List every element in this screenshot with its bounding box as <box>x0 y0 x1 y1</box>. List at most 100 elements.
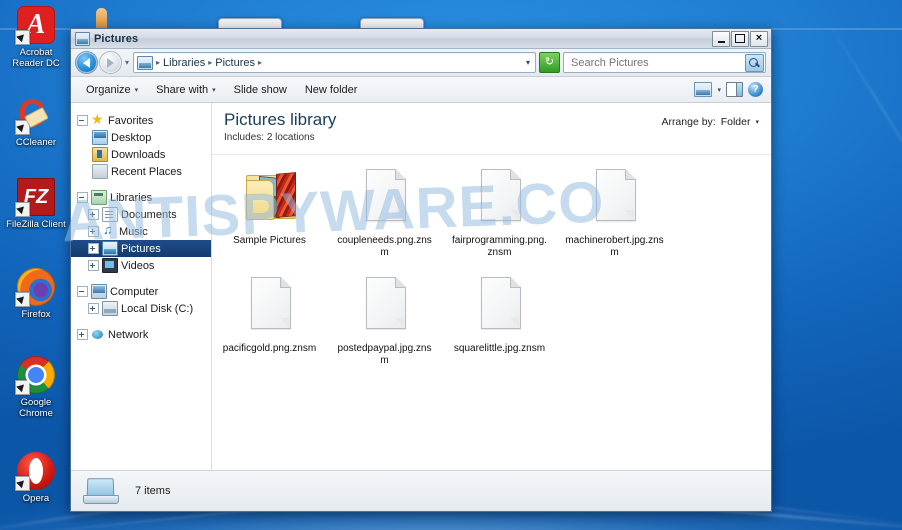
search-box[interactable] <box>563 52 766 73</box>
library-subtitle-label: Includes: <box>224 132 265 143</box>
chevron-down-icon: ▾ <box>134 86 139 94</box>
list-item[interactable]: fairprogramming.png.znsm <box>442 165 557 259</box>
ccleaner-icon <box>15 92 55 136</box>
expander-minus-icon[interactable] <box>77 286 88 297</box>
pictures-folder-icon <box>242 165 298 231</box>
list-item[interactable]: postedpaypal.jpg.znsm <box>327 273 442 367</box>
shortcut-arrow-icon <box>15 292 30 307</box>
expander-plus-icon[interactable] <box>88 260 99 271</box>
command-bar: Organize ▾ Share with ▾ Slide show New f… <box>71 77 771 103</box>
expander-minus-icon[interactable] <box>77 192 88 203</box>
expander-plus-icon[interactable] <box>88 209 99 220</box>
opera-icon <box>15 452 55 491</box>
breadcrumb-item-pictures[interactable]: Pictures <box>215 57 255 69</box>
desktop-icon-opera[interactable]: Opera <box>0 452 72 504</box>
arrange-by-value[interactable]: Folder <box>721 116 751 128</box>
arrow-right-icon <box>107 57 114 68</box>
list-item[interactable]: Sample Pictures <box>212 165 327 259</box>
sidebar-item-network[interactable]: Network <box>71 326 211 343</box>
nav-group-spacer <box>71 180 211 189</box>
sidebar-item-downloads[interactable]: Downloads <box>71 146 211 163</box>
sidebar-item-videos[interactable]: Videos <box>71 257 211 274</box>
nav-item-label: Computer <box>110 285 159 298</box>
toolbar-item-label: Organize <box>86 83 131 96</box>
videos-icon <box>102 258 118 273</box>
back-button[interactable] <box>76 52 97 73</box>
sidebar-item-pictures[interactable]: Pictures <box>71 240 211 257</box>
title-bar[interactable]: Pictures × <box>71 29 771 49</box>
toolbar-new-folder-button[interactable]: New folder <box>296 80 367 100</box>
list-item[interactable]: machinerobert.jpg.znsm <box>557 165 672 259</box>
breadcrumb-separator[interactable]: ▸ <box>258 58 262 67</box>
list-item[interactable]: coupleneeds.png.znsm <box>327 165 442 259</box>
chevron-down-icon[interactable]: ▾ <box>526 58 532 67</box>
file-name: pacificgold.png.znsm <box>222 343 317 354</box>
chevron-down-icon[interactable]: ▾ <box>717 86 721 94</box>
nav-item-label: Favorites <box>108 114 154 127</box>
list-item[interactable]: pacificgold.png.znsm <box>212 273 327 367</box>
shortcut-arrow-icon <box>15 380 30 395</box>
encrypted-file-icon <box>242 273 298 339</box>
documents-icon <box>102 207 118 222</box>
nav-group-spacer <box>71 274 211 283</box>
nav-group-favorites[interactable]: Favorites <box>71 111 211 129</box>
nav-group-libraries[interactable]: Libraries <box>71 189 211 206</box>
breadcrumb-item-libraries[interactable]: Libraries <box>163 57 205 69</box>
breadcrumb-separator[interactable]: ▸ <box>208 58 212 67</box>
minimize-button[interactable] <box>712 30 730 47</box>
help-icon[interactable]: ? <box>748 82 763 97</box>
search-icon[interactable] <box>745 53 764 72</box>
breadcrumb-separator[interactable]: ▸ <box>156 58 160 67</box>
recent-places-icon <box>92 164 108 179</box>
nav-item-label: Documents <box>121 208 177 221</box>
change-view-icon[interactable] <box>694 82 713 97</box>
desktop-icon-filezilla-client[interactable]: FileZilla Client <box>0 178 72 230</box>
desktop-icon-acrobat-reader-dc[interactable]: Acrobat Reader DC <box>0 6 72 69</box>
forward-button[interactable] <box>100 52 121 73</box>
desktop-icon-label: Opera <box>22 493 50 504</box>
sidebar-item-recent-places[interactable]: Recent Places <box>71 163 211 180</box>
sidebar-item-local-disk-c[interactable]: Local Disk (C:) <box>71 300 211 317</box>
nav-group-computer[interactable]: Computer <box>71 283 211 300</box>
explorer-window: Pictures × ▾ ▸ Libraries ▸ Pictures ▸ ▾ … <box>70 28 772 512</box>
toolbar-share-with-button[interactable]: Share with ▾ <box>147 80 225 100</box>
desktop-icon-ccleaner[interactable]: CCleaner <box>0 92 72 148</box>
expander-plus-icon[interactable] <box>77 329 88 340</box>
history-dropdown-button[interactable]: ▾ <box>124 58 130 67</box>
show-preview-pane-icon[interactable] <box>726 82 743 97</box>
encrypted-file-icon <box>587 165 643 231</box>
sidebar-item-music[interactable]: Music <box>71 222 211 240</box>
expander-plus-icon[interactable] <box>88 303 99 314</box>
desktop-icon-google-chrome[interactable]: Google Chrome <box>0 356 72 419</box>
desktop-icon-label: CCleaner <box>15 137 57 148</box>
local-disk-icon <box>102 301 118 316</box>
sidebar-item-documents[interactable]: Documents <box>71 206 211 223</box>
arrange-by-control[interactable]: Arrange by: Folder ▾ <box>661 110 759 128</box>
network-icon <box>91 328 105 341</box>
expander-minus-icon[interactable] <box>77 115 88 126</box>
desktop-icon-firefox[interactable]: Firefox <box>0 268 72 320</box>
desktop-icon-label: Google <box>20 397 52 408</box>
toolbar-slide-show-button[interactable]: Slide show <box>225 80 296 100</box>
toolbar-organize-button[interactable]: Organize ▾ <box>77 80 147 100</box>
expander-plus-icon[interactable] <box>88 226 99 237</box>
refresh-button[interactable]: ↻ <box>539 52 560 73</box>
search-input[interactable] <box>569 55 745 70</box>
library-header: Pictures library Includes: 2 locations A… <box>212 103 771 155</box>
pictures-icon <box>102 241 118 256</box>
close-button[interactable]: × <box>750 30 768 47</box>
maximize-button[interactable] <box>731 30 749 47</box>
toolbar-item-label: New folder <box>304 83 358 96</box>
file-name: postedpaypal.jpg.znsm <box>337 343 432 366</box>
library-header-text: Pictures library Includes: 2 locations <box>224 110 336 143</box>
list-item[interactable]: squarelittle.jpg.znsm <box>442 273 557 367</box>
expander-plus-icon[interactable] <box>88 243 99 254</box>
toolbar-item-label: Slide show <box>233 83 287 96</box>
window-body: Favorites Desktop Downloads Recent Place… <box>71 103 771 470</box>
sidebar-item-desktop[interactable]: Desktop <box>71 129 211 146</box>
chevron-down-icon[interactable]: ▾ <box>755 118 759 126</box>
chrome-icon <box>15 356 55 395</box>
breadcrumb[interactable]: ▸ Libraries ▸ Pictures ▸ ▾ <box>133 52 536 73</box>
pictures-library-icon <box>75 31 90 46</box>
navigation-pane: Favorites Desktop Downloads Recent Place… <box>71 103 212 470</box>
